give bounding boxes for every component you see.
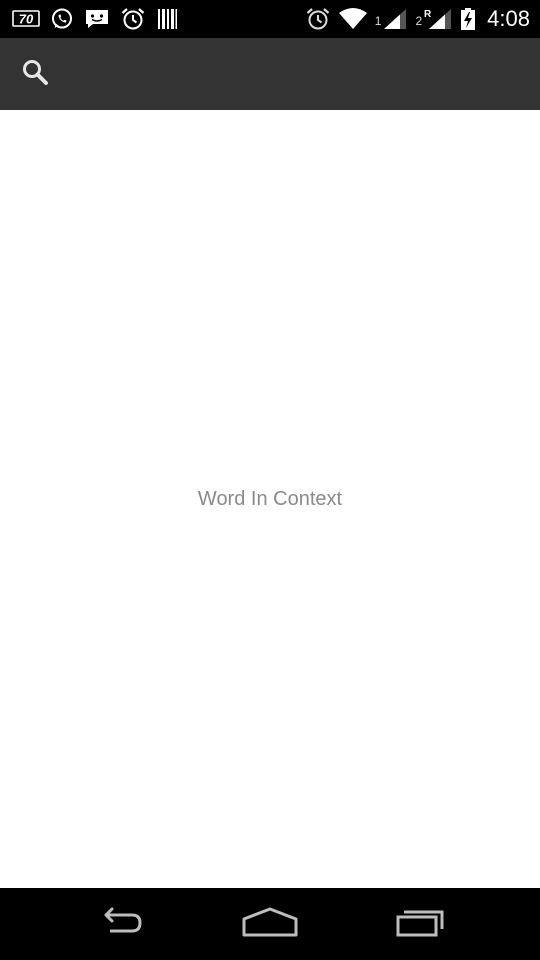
search-button[interactable]	[14, 54, 56, 94]
barcode-icon	[156, 7, 178, 31]
back-button[interactable]	[75, 902, 165, 946]
signal-sim1-icon	[382, 7, 408, 31]
wifi-icon	[338, 7, 368, 31]
alarm-icon	[120, 7, 146, 31]
home-button[interactable]	[225, 902, 315, 946]
status-bar: 70 1 2 R 4:08	[0, 0, 540, 38]
system-icons: 1 2 R 4:08	[305, 6, 530, 32]
navigation-bar	[0, 888, 540, 960]
back-icon	[92, 905, 148, 943]
badge-text: 70	[19, 12, 34, 27]
search-icon	[20, 57, 50, 91]
main-content: Word In Context	[0, 110, 540, 888]
status-clock: 4:08	[487, 6, 530, 31]
alarm-icon	[305, 7, 331, 31]
battery-charging-icon	[460, 7, 476, 31]
sim1-label: 1	[374, 14, 382, 28]
action-bar	[0, 38, 540, 110]
whatsapp-icon	[50, 7, 74, 31]
recent-apps-icon	[392, 905, 448, 943]
signal-sim2-roaming-icon: R	[423, 7, 453, 31]
recent-apps-button[interactable]	[375, 902, 465, 946]
roaming-label: R	[424, 9, 432, 20]
seventy-badge-icon: 70	[12, 7, 40, 31]
notification-icons: 70	[12, 6, 178, 32]
empty-state-text: Word In Context	[197, 488, 343, 510]
sim2-label: 2	[415, 14, 423, 28]
home-icon	[240, 905, 300, 943]
messaging-icon	[84, 7, 110, 31]
